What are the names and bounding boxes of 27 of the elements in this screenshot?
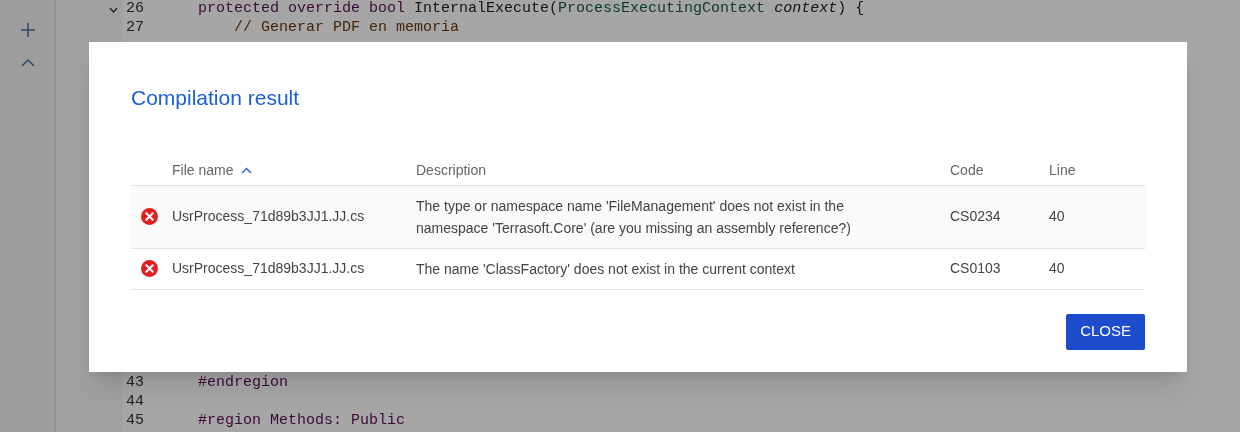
file-name-cell-text: UsrProcess_71d89b3JJ1.JJ.cs	[172, 207, 366, 226]
file-name-cell-text: UsrProcess_71d89b3JJ1.JJ.cs	[172, 259, 366, 278]
column-header[interactable]: Description	[416, 159, 487, 181]
line-number: 26	[126, 0, 144, 20]
line-number: 43	[126, 373, 144, 394]
line-cell-text: 40	[1049, 259, 1066, 278]
description-cell-text: The name 'ClassFactory' does not exist in the current context	[416, 259, 796, 279]
line-number: 44	[126, 392, 144, 413]
code-line: #region Methods: Public	[198, 412, 406, 430]
code-cell-text: CS0234	[950, 207, 1002, 226]
chevron-down-icon[interactable]	[109, 6, 118, 13]
description-cell-text: The type or namespace name 'FileManagement' does not exist in the namespace 'Terrasoft.Core' (are you missing an assembly reference?)	[416, 196, 852, 238]
column-header[interactable]: Line	[1049, 159, 1076, 181]
line-number: 27	[126, 18, 144, 39]
line-number: 45	[126, 411, 144, 432]
code-line: // Generar PDF en memoria	[233, 19, 460, 37]
dialog-title: Compilation result	[131, 85, 301, 111]
chevron-up-icon[interactable]	[19, 58, 36, 68]
close-button[interactable]: CLOSE	[1066, 313, 1145, 350]
column-header[interactable]: File name	[172, 159, 234, 181]
plus-icon[interactable]	[19, 22, 36, 38]
code-line: #endregion	[198, 374, 288, 392]
code-line: protected override bool InternalExecute(ProcessExecutingContext context) {	[198, 0, 865, 18]
line-cell-text: 40	[1049, 207, 1066, 226]
column-header[interactable]: Code	[950, 159, 984, 181]
code-cell-text: CS0103	[950, 259, 1002, 278]
sort-ascending-icon[interactable]	[241, 166, 253, 174]
